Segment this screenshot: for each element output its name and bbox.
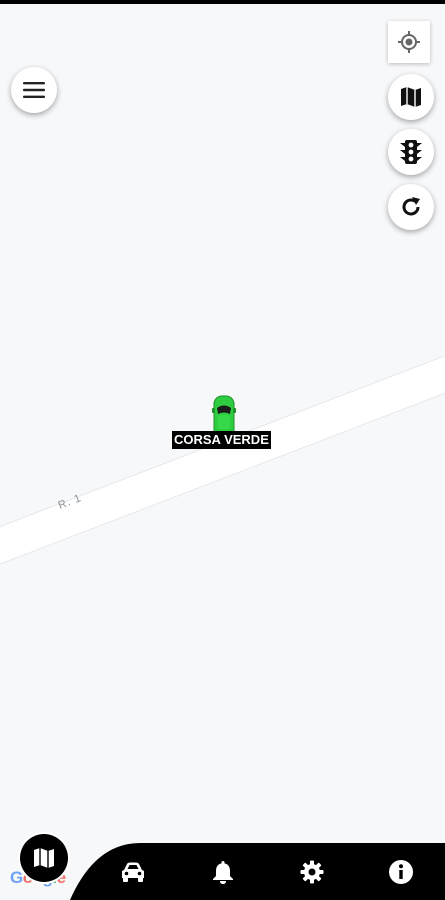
info-icon <box>389 860 413 884</box>
road <box>0 321 445 593</box>
traffic-light-icon <box>400 140 422 164</box>
refresh-icon <box>402 197 420 216</box>
bell-icon <box>213 861 233 884</box>
nav-map-button[interactable] <box>20 834 68 882</box>
my-location-button[interactable] <box>388 21 430 63</box>
menu-icon <box>23 82 45 98</box>
nav-vehicles-button[interactable] <box>118 857 148 887</box>
map-icon <box>34 848 54 868</box>
refresh-button[interactable] <box>388 184 434 230</box>
car-icon <box>122 862 144 882</box>
gear-icon <box>300 860 324 884</box>
nav-info-button[interactable] <box>386 857 416 887</box>
map-type-button[interactable] <box>388 74 434 120</box>
vehicle-label: CORSA VERDE <box>172 431 271 449</box>
my-location-icon <box>398 31 420 53</box>
menu-button[interactable] <box>11 67 57 113</box>
nav-alerts-button[interactable] <box>208 857 238 887</box>
logo-letter: G <box>10 868 23 887</box>
map-view[interactable]: R. 1 CORSA VERDE <box>0 4 445 844</box>
traffic-button[interactable] <box>388 129 434 175</box>
map-icon <box>401 87 421 107</box>
nav-settings-button[interactable] <box>297 857 327 887</box>
